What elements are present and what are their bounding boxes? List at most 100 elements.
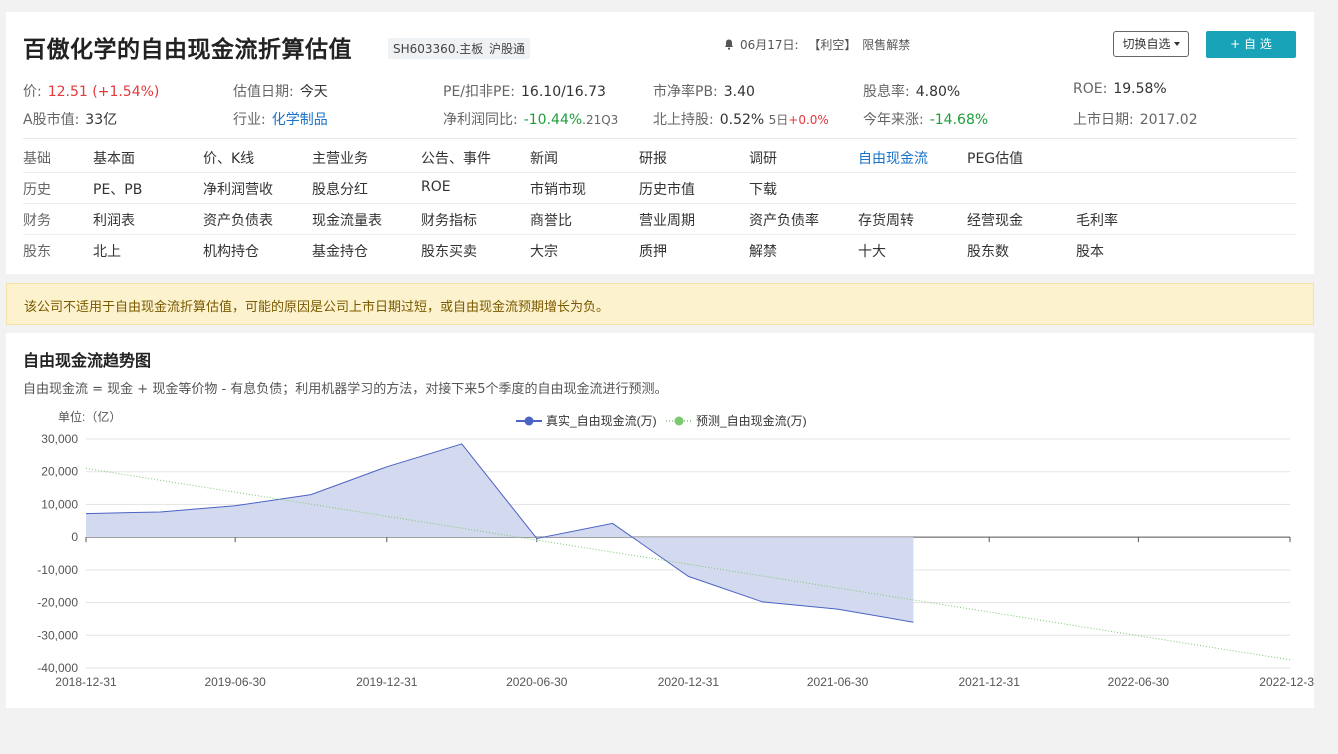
nav-item[interactable]: 十大 xyxy=(858,241,886,261)
metric-label: 行业: xyxy=(233,112,266,128)
real-fcf-area xyxy=(86,443,914,623)
nav-item[interactable]: 财务指标 xyxy=(421,210,477,230)
divider xyxy=(23,138,1297,139)
metric-profit-yoy: 净利润同比: -10.44%.21Q3 xyxy=(443,109,618,129)
nav-row: 股东 北上 机构持仓 基金持仓 股东买卖 大宗 质押 解禁 十大 股东数 股本 xyxy=(23,235,1297,266)
nav-item[interactable]: 价、K线 xyxy=(203,148,254,168)
metric-value: 2017.02 xyxy=(1139,112,1198,128)
nav-item[interactable]: 市销市现 xyxy=(530,179,586,199)
y-tick-label: 30,000 xyxy=(41,432,78,446)
forecast-fcf-line[interactable] xyxy=(85,467,1291,661)
metric-ipo-date: 上市日期: 2017.02 xyxy=(1073,109,1198,129)
x-tick-label: 2020-06-30 xyxy=(506,675,568,689)
metric-ytd: 今年来涨: -14.68% xyxy=(863,109,988,129)
nav-item[interactable]: 新闻 xyxy=(530,148,558,168)
y-tick-label: 10,000 xyxy=(41,497,78,511)
nav-item[interactable]: 股东买卖 xyxy=(421,241,477,261)
y-tick-label: -10,000 xyxy=(37,563,78,577)
add-watchlist-button[interactable]: + 自 选 xyxy=(1206,31,1296,58)
y-tick-label: 0 xyxy=(71,530,78,544)
metric-industry: 行业: 化学制品 xyxy=(233,109,328,129)
alert-text: 该公司不适用于自由现金流折算估值，可能的原因是公司上市日期过短，或自由现金流预期… xyxy=(24,300,610,315)
legend-forecast-marker[interactable] xyxy=(674,416,684,426)
metric-period: .21Q3 xyxy=(582,113,619,127)
chart-card: 自由现金流趋势图 自由现金流 = 现金 + 现金等价物 - 有息负债；利用机器学… xyxy=(6,333,1314,708)
nav-item[interactable]: 毛利率 xyxy=(1076,210,1118,230)
metric-price: 价: 12.51 (+1.54%) xyxy=(23,81,159,101)
event-notice[interactable]: 06月17日: 【利空】 限售解禁 xyxy=(724,36,910,53)
metric-value: 0.52% xyxy=(719,112,765,128)
metric-pe: PE/扣非PE: 16.10/16.73 xyxy=(443,81,606,101)
metric-subvalue: +0.0% xyxy=(788,113,829,127)
nav-item[interactable]: 现金流量表 xyxy=(312,210,382,230)
bell-icon xyxy=(725,39,733,50)
metric-label: A股市值: xyxy=(23,112,80,128)
metric-value: 今天 xyxy=(299,84,328,100)
nav-item[interactable]: 质押 xyxy=(639,241,667,261)
nav-item[interactable]: 存货周转 xyxy=(858,210,914,230)
y-tick-label: 20,000 xyxy=(41,465,78,479)
nav-item[interactable]: 资产负债率 xyxy=(749,210,819,230)
metric-label: 上市日期: xyxy=(1073,112,1134,128)
nav-item[interactable]: 基金持仓 xyxy=(312,241,368,261)
stock-code-tag[interactable]: SH603360.主板 xyxy=(388,38,489,59)
nav-item[interactable]: 商誉比 xyxy=(530,210,572,230)
switch-watchlist-label: 切换自选 xyxy=(1122,37,1171,51)
chart-title: 自由现金流趋势图 xyxy=(23,351,152,370)
nav-category: 财务 xyxy=(23,213,51,229)
nav-item[interactable]: ROE xyxy=(421,179,451,195)
metric-label: 价: xyxy=(23,84,42,100)
nav-item[interactable]: PEG估值 xyxy=(967,148,1023,168)
nav-item[interactable]: 营业周期 xyxy=(639,210,695,230)
nav-item[interactable]: 经营现金 xyxy=(967,210,1023,230)
nav-item[interactable]: 研报 xyxy=(639,148,667,168)
section-nav: 基础 基本面 价、K线 主营业务 公告、事件 新闻 研报 调研 自由现金流 PEG估值 历史 PE、P… xyxy=(6,142,1314,270)
metric-label: PE/扣非PE: xyxy=(443,84,516,100)
metric-value: 19.58% xyxy=(1113,81,1167,97)
nav-item[interactable]: 公告、事件 xyxy=(421,148,491,168)
nav-item[interactable]: 下载 xyxy=(749,179,777,199)
metric-northbound: 北上持股: 0.52% 5日+0.0% xyxy=(653,109,829,129)
nav-item[interactable]: 基本面 xyxy=(93,148,135,168)
nav-item[interactable]: 历史市值 xyxy=(639,179,695,199)
metric-label: 市净率PB: xyxy=(653,84,718,100)
chart-description: 自由现金流 = 现金 + 现金等价物 - 有息负债；利用机器学习的方法，对接下来… xyxy=(23,382,668,397)
fcf-trend-chart[interactable]: 单位:（亿） 30,000 20,000 10,000 0 -10,000 -20,000 -… xyxy=(6,405,1314,695)
metric-value: 16.10/16.73 xyxy=(521,84,606,100)
metric-value: -14.68% xyxy=(929,112,989,128)
x-tick-label: 2022-06-30 xyxy=(1108,675,1170,689)
nav-item[interactable]: 机构持仓 xyxy=(203,241,259,261)
warning-alert: 该公司不适用于自由现金流折算估值，可能的原因是公司上市日期过短，或自由现金流预期… xyxy=(6,283,1314,325)
nav-item[interactable]: 解禁 xyxy=(749,241,777,261)
nav-item[interactable]: 调研 xyxy=(749,148,777,168)
legend-real-marker[interactable] xyxy=(524,416,534,426)
nav-item[interactable]: 大宗 xyxy=(530,241,558,261)
notice-date: 06月17日: xyxy=(740,38,799,52)
notice-type: 【利空】 xyxy=(808,38,857,52)
notice-text: 限售解禁 xyxy=(862,38,911,52)
legend-real-label[interactable]: 真实_自由现金流(万) xyxy=(546,413,657,428)
metric-label: 今年来涨: xyxy=(863,112,924,128)
industry-link[interactable]: 化学制品 xyxy=(272,112,328,128)
nav-item[interactable]: 北上 xyxy=(93,241,121,261)
nav-category: 股东 xyxy=(23,244,51,260)
metric-pb: 市净率PB: 3.40 xyxy=(653,81,755,101)
metric-label: 净利润同比: xyxy=(443,112,518,128)
page-title: 百傲化学的自由现金流折算估值 xyxy=(23,37,352,63)
nav-item[interactable]: 净利润营收 xyxy=(203,179,273,199)
nav-item[interactable]: 股息分红 xyxy=(312,179,368,199)
nav-item[interactable]: 主营业务 xyxy=(312,148,368,168)
nav-item[interactable]: 股东数 xyxy=(967,241,1009,261)
nav-item[interactable]: 自由现金流 xyxy=(858,148,928,168)
legend-forecast-label[interactable]: 预测_自由现金流(万) xyxy=(696,413,807,428)
x-tick-label: 2019-06-30 xyxy=(204,675,266,689)
nav-item[interactable]: 利润表 xyxy=(93,210,135,230)
nav-item[interactable]: 资产负债表 xyxy=(203,210,273,230)
nav-item[interactable]: 股本 xyxy=(1076,241,1104,261)
nav-category: 基础 xyxy=(23,151,51,167)
switch-watchlist-button[interactable]: 切换自选 xyxy=(1113,31,1189,57)
nav-row: 历史 PE、PB 净利润营收 股息分红 ROE 市销市现 历史市值 下载 xyxy=(23,173,1297,204)
nav-item[interactable]: PE、PB xyxy=(93,179,142,199)
connect-tag[interactable]: 沪股通 xyxy=(484,38,531,59)
metric-value: 33亿 xyxy=(85,112,118,128)
